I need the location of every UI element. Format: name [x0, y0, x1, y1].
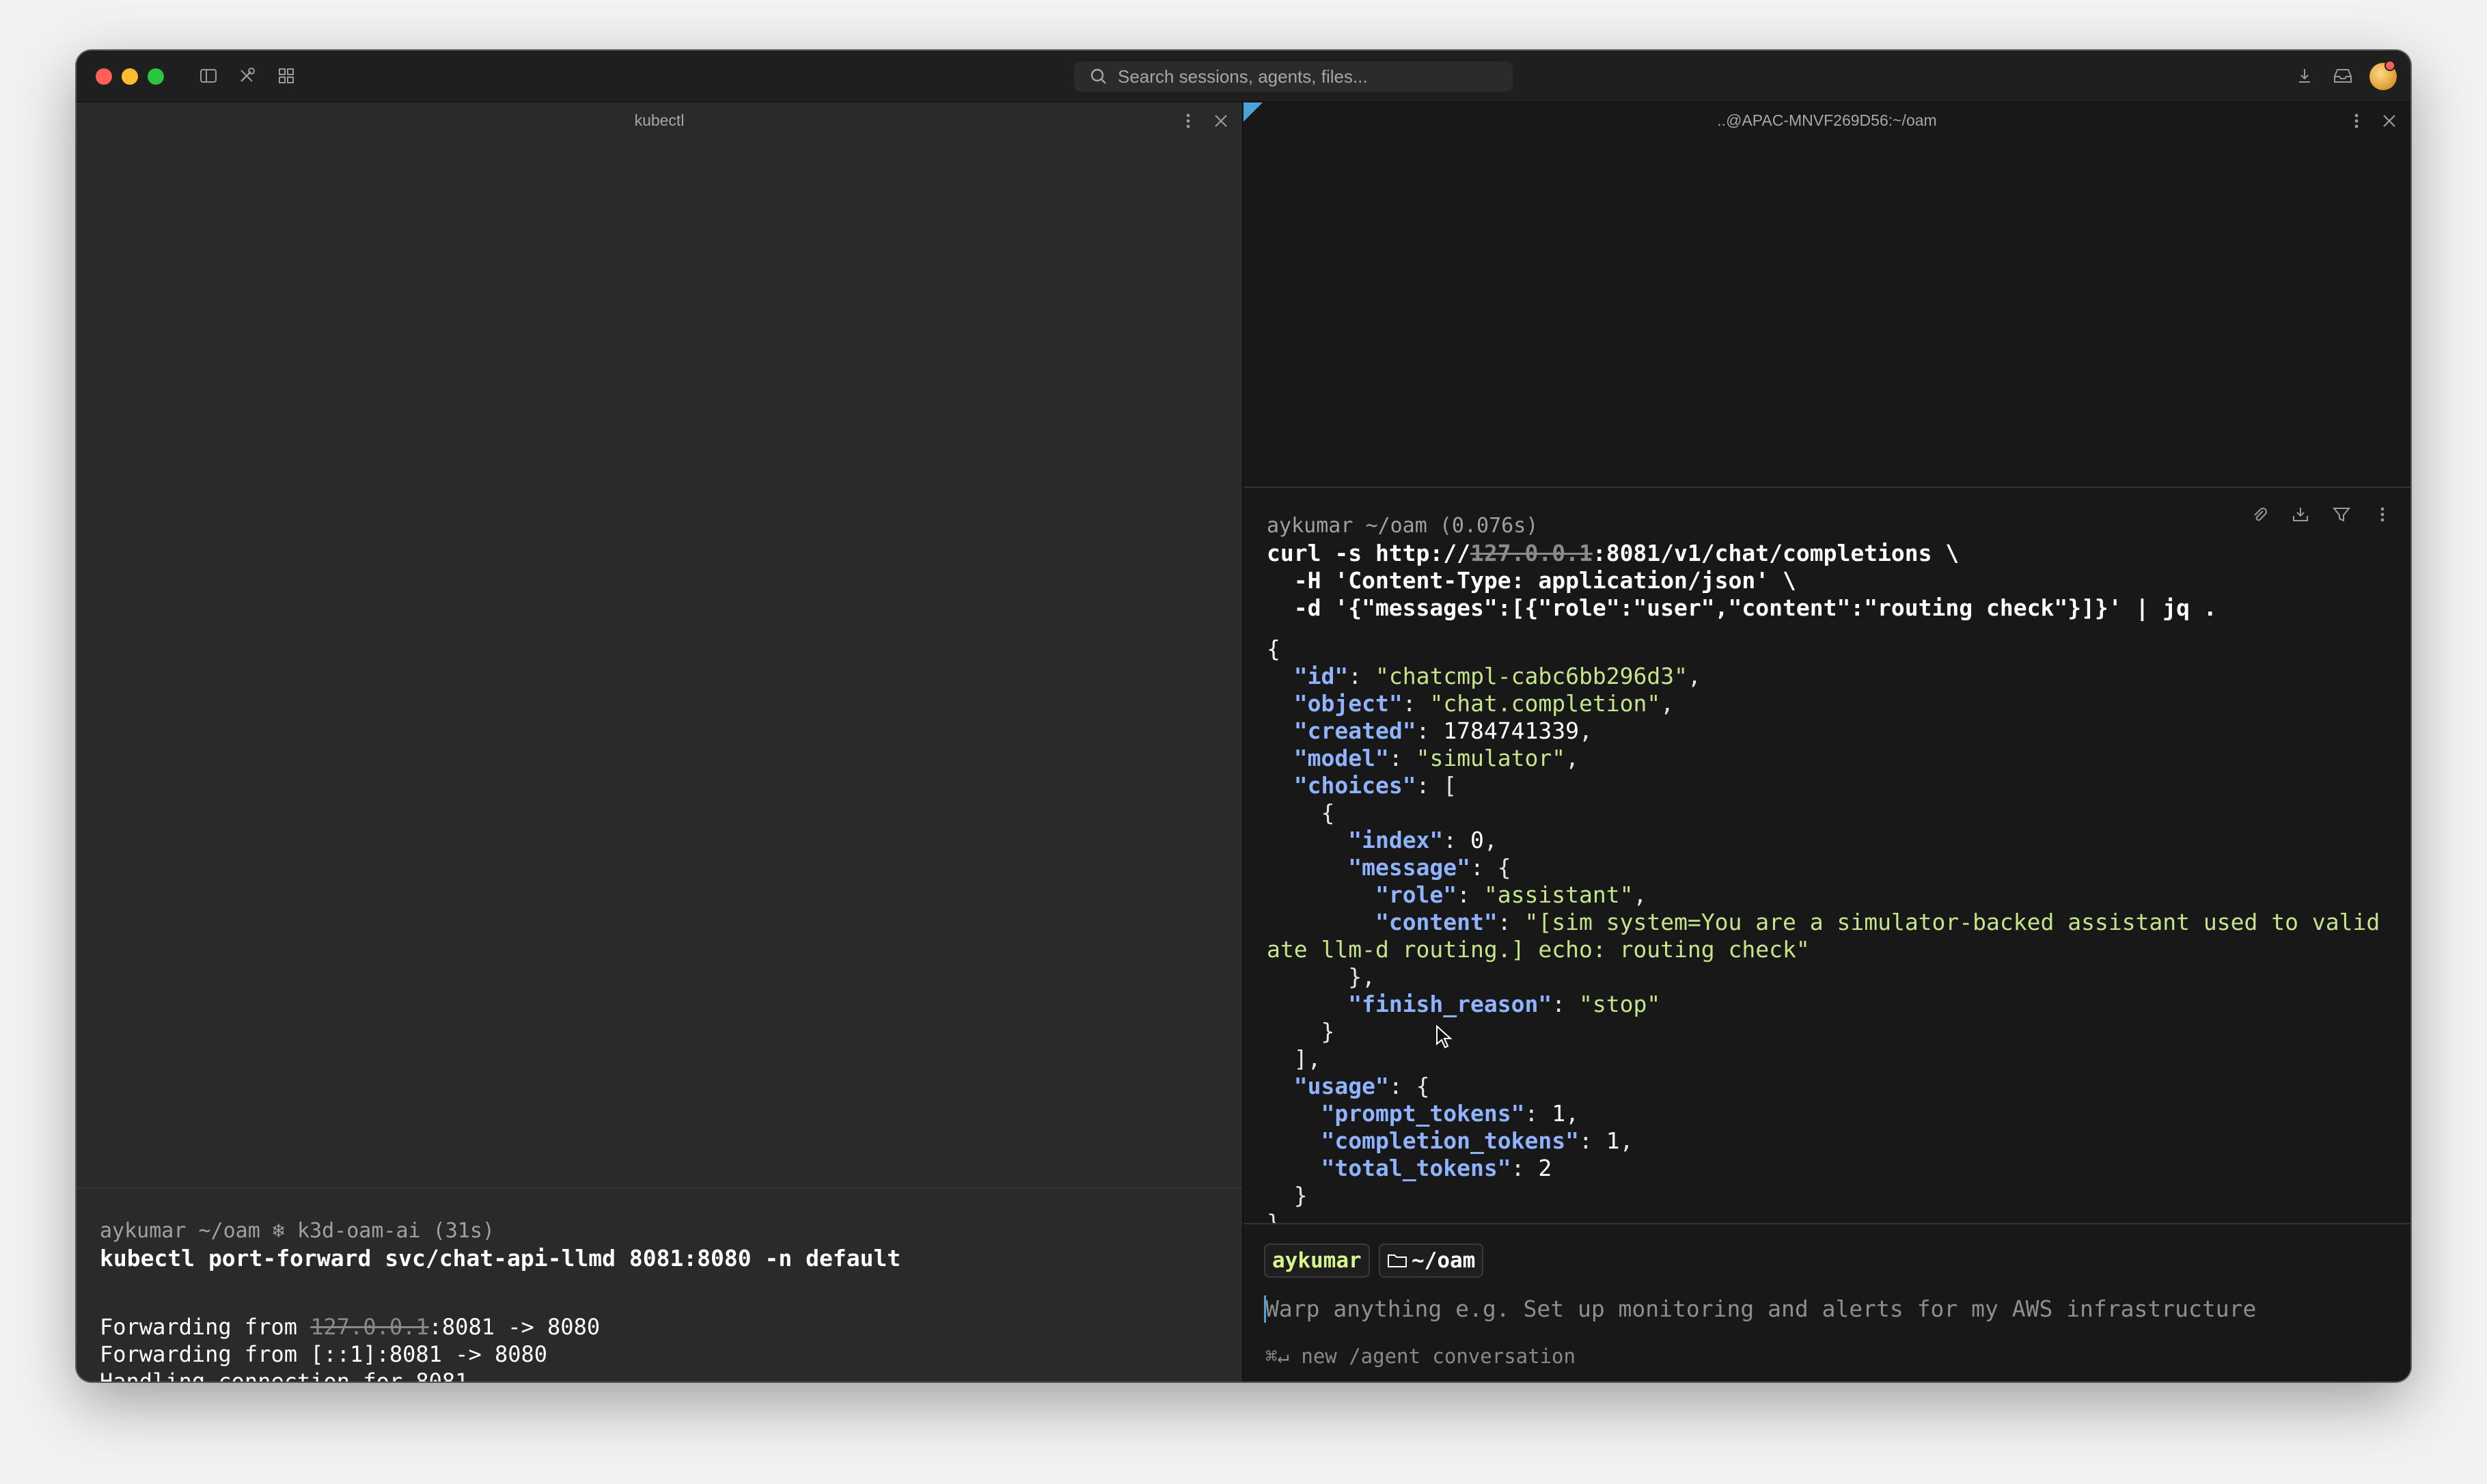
right-pane-title: ..@APAC-MNVF269D56:~/oam [1717, 111, 1937, 129]
close-icon[interactable] [2378, 109, 2401, 133]
prompt-line: aykumar ~/oam ❄ k3d-oam-ai (31s) [100, 1219, 495, 1243]
grid-icon[interactable] [275, 64, 298, 87]
json-object: chat.completion [1443, 690, 1647, 717]
command-input[interactable]: Warp anything e.g. Set up monitoring and… [1265, 1295, 2256, 1322]
maximize-window-button[interactable] [148, 68, 164, 85]
command-text: -H 'Content-Type: application/json' \ [1267, 567, 1796, 594]
minimize-window-button[interactable] [122, 68, 138, 85]
right-terminal-pane[interactable]: ..@APAC-MNVF269D56:~/oam aykumar ~/oam (… [1244, 102, 2410, 1382]
json-content-cont: ate llm-d routing.] echo: routing check [1267, 936, 1796, 963]
json-model: simulator [1429, 745, 1552, 771]
sidebar-toggle-icon[interactable] [197, 64, 220, 87]
json-id: chatcmpl-cabc6bb296d3 [1388, 663, 1675, 689]
search-icon [1089, 67, 1108, 86]
command-text: kubectl port-forward svc/chat-api-llmd 8… [100, 1245, 901, 1272]
json-output: { "id": "chatcmpl-cabc6bb296d3", "object… [1267, 635, 2380, 1236]
directory-chip[interactable]: ~/oam [1379, 1243, 1484, 1278]
command-block[interactable]: aykumar ~/oam ❄ k3d-oam-ai (31s) kubectl… [100, 1218, 1228, 1382]
command-text: curl -s http://127.0.0.1:8081/v1/chat/co… [1267, 540, 1960, 566]
inbox-icon[interactable] [2331, 64, 2354, 87]
close-window-button[interactable] [96, 68, 112, 85]
more-vertical-icon[interactable] [2345, 109, 2368, 133]
prompt-line: aykumar ~/oam (0.076s) [1267, 514, 1539, 538]
notification-dot [2385, 60, 2395, 71]
tools-icon[interactable] [235, 64, 258, 87]
json-index: 0 [1470, 827, 1484, 853]
right-pane-header: ..@APAC-MNVF269D56:~/oam [1244, 102, 2410, 138]
command-block[interactable]: aykumar ~/oam (0.076s) curl -s http://12… [1267, 512, 2391, 1237]
left-terminal-pane[interactable]: kubectl aykumar ~/oam ❄ k3d-oam-ai (31s)… [77, 102, 1242, 1382]
command-input-area[interactable]: aykumar ~/oam Warp anything e.g. Set up … [1244, 1223, 2410, 1382]
json-prompt-tokens: 1 [1552, 1100, 1566, 1127]
search-placeholder: Search sessions, agents, files... [1118, 66, 1368, 87]
folder-icon [1387, 1252, 1407, 1269]
more-vertical-icon[interactable] [1177, 109, 1200, 133]
left-pane-title: kubectl [634, 111, 685, 129]
download-icon[interactable] [2293, 64, 2316, 87]
json-total-tokens: 2 [1538, 1155, 1552, 1181]
output-line: Forwarding from [::1]:8081 -> 8080 [100, 1341, 548, 1367]
mouse-pointer-icon [1436, 1025, 1453, 1049]
user-chip[interactable]: aykumar [1264, 1243, 1370, 1278]
shortcut-hint: ⌘↵ new /agent conversation [1265, 1345, 1576, 1368]
output-line: Forwarding from 127.0.0.1:8081 -> 8080 [100, 1314, 601, 1340]
output-line: Handling connection for 8081 [100, 1369, 469, 1382]
json-created: 1784741339 [1443, 717, 1579, 744]
json-completion-tokens: 1 [1606, 1127, 1620, 1154]
directory-label: ~/oam [1412, 1248, 1476, 1273]
app-window: Search sessions, agents, files... kubect… [77, 51, 2410, 1382]
left-pane-header: kubectl [77, 102, 1242, 138]
json-role: assistant [1497, 881, 1620, 908]
block-divider [1244, 486, 2410, 488]
search-bar[interactable]: Search sessions, agents, files... [1074, 61, 1513, 92]
json-finish-reason: stop [1592, 991, 1647, 1017]
close-icon[interactable] [1209, 109, 1233, 133]
redacted-host: 127.0.0.1 [310, 1314, 429, 1340]
redacted-host: 127.0.0.1 [1470, 540, 1593, 566]
json-content: [sim system=You are a simulator-backed a… [1538, 909, 2380, 935]
command-text: -d '{"messages":[{"role":"user","content… [1267, 594, 2217, 621]
block-divider [77, 1187, 1242, 1189]
title-bar: Search sessions, agents, files... [77, 51, 2410, 102]
